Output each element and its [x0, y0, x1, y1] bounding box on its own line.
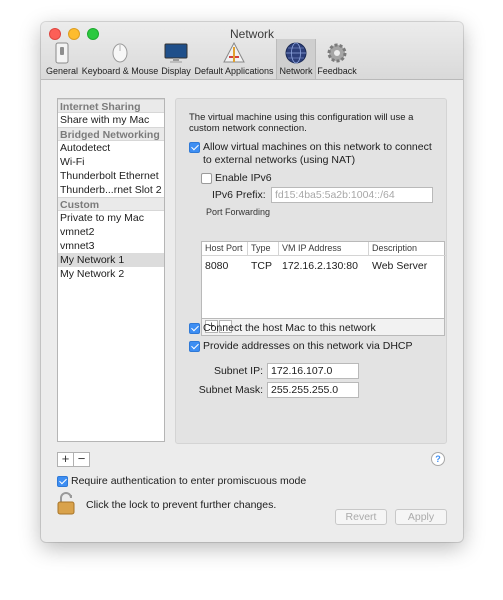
sidebar-header-internet-sharing: Internet Sharing: [58, 99, 164, 113]
sidebar-header-bridged-networking: Bridged Networking: [58, 127, 164, 141]
add-network-button[interactable]: +: [57, 452, 74, 467]
toolbar-general-label: General: [45, 66, 79, 76]
cell-description[interactable]: Web Server: [372, 260, 427, 272]
subnet-ip-field[interactable]: 172.16.107.0: [267, 363, 359, 379]
subnet-ip-label: Subnet IP:: [213, 365, 263, 377]
revert-button[interactable]: Revert: [335, 509, 387, 525]
subnet-mask-label: Subnet Mask:: [198, 384, 263, 396]
promiscuous-auth-label: Require authentication to enter promiscu…: [71, 475, 307, 487]
toolbar-default-applications-label: Default Applications: [194, 66, 274, 76]
toolbar-display-label: Display: [161, 66, 191, 76]
cell-host-port[interactable]: 8080: [205, 260, 228, 272]
connect-host-mac-label: Connect the host Mac to this network: [203, 322, 376, 334]
column-header-description[interactable]: Description: [369, 242, 446, 256]
sidebar-item-thunderbolt-ethernet-slot-2[interactable]: Thunderb...rnet Slot 2: [58, 183, 164, 197]
allow-nat-label: Allow virtual machines on this network t…: [203, 141, 432, 166]
sidebar-item-autodetect[interactable]: Autodetect: [58, 141, 164, 155]
feedback-gear-icon: [327, 43, 347, 63]
cell-type[interactable]: TCP: [251, 260, 272, 272]
toolbar-keyboard-mouse[interactable]: Keyboard & Mouse: [81, 39, 159, 79]
toolbar-keyboard-mouse-label: Keyboard & Mouse: [81, 66, 159, 76]
sidebar-header-custom: Custom: [58, 197, 164, 211]
sidebar-item-vmnet3[interactable]: vmnet3: [58, 239, 164, 253]
display-icon: [164, 43, 188, 63]
sidebar-item-my-network-1[interactable]: My Network 1: [58, 253, 164, 267]
toolbar-network-label: Network: [279, 66, 313, 76]
ipv6-prefix-label: IPv6 Prefix:: [212, 189, 266, 201]
enable-ipv6-label: Enable IPv6: [215, 172, 272, 184]
lock-instructions: Click the lock to prevent further change…: [86, 499, 277, 511]
help-button[interactable]: ?: [431, 452, 445, 466]
mouse-icon: [112, 43, 128, 63]
ipv6-prefix-field[interactable]: fd15:4ba5:5a2b:1004::/64: [271, 187, 433, 203]
sidebar-item-thunderbolt-ethernet[interactable]: Thunderbolt Ethernet: [58, 169, 164, 183]
sidebar-item-private-to-my-mac[interactable]: Private to my Mac: [58, 211, 164, 225]
network-description: The virtual machine using this configura…: [189, 112, 414, 134]
connect-host-mac-checkbox[interactable]: [189, 323, 200, 334]
promiscuous-auth-checkbox[interactable]: [57, 476, 68, 487]
remove-network-button[interactable]: −: [73, 452, 90, 467]
port-forwarding-table[interactable]: Host Port Type VM IP Address Description…: [201, 241, 446, 319]
allow-nat-checkbox[interactable]: [189, 142, 200, 153]
lock-icon[interactable]: [56, 491, 76, 515]
toolbar-default-applications[interactable]: Default Applications: [193, 39, 275, 79]
column-header-type[interactable]: Type: [248, 242, 279, 256]
column-header-host-port[interactable]: Host Port: [202, 242, 248, 256]
dhcp-label: Provide addresses on this network via DH…: [203, 340, 413, 352]
apply-button[interactable]: Apply: [395, 509, 447, 525]
toolbar-general[interactable]: General: [44, 39, 80, 79]
network-globe-icon: [285, 42, 307, 64]
applications-icon: [223, 42, 245, 63]
toolbar-feedback-label: Feedback: [317, 66, 357, 76]
sidebar-item-my-network-2[interactable]: My Network 2: [58, 267, 164, 281]
subnet-mask-field[interactable]: 255.255.255.0: [267, 382, 359, 398]
port-forwarding-label: Port Forwarding: [206, 207, 271, 217]
enable-ipv6-checkbox[interactable]: [201, 173, 212, 184]
dhcp-checkbox[interactable]: [189, 341, 200, 352]
titlebar: Network General Keyboard & Mouse Display: [41, 22, 463, 80]
toolbar-network[interactable]: Network: [276, 39, 316, 79]
toolbar-feedback[interactable]: Feedback: [317, 39, 357, 79]
column-header-vm-ip-address[interactable]: VM IP Address: [279, 242, 369, 256]
sidebar-item-wifi[interactable]: Wi-Fi: [58, 155, 164, 169]
toolbar-display[interactable]: Display: [160, 39, 192, 79]
sidebar-item-vmnet2[interactable]: vmnet2: [58, 225, 164, 239]
sidebar-item-share-with-my-mac[interactable]: Share with my Mac: [58, 113, 164, 127]
general-icon: [55, 42, 69, 64]
network-list: Internet Sharing Share with my Mac Bridg…: [57, 98, 165, 442]
cell-vm-ip-address[interactable]: 172.16.2.130:80: [282, 260, 358, 272]
network-preferences-window: Network General Keyboard & Mouse Display: [41, 22, 463, 542]
